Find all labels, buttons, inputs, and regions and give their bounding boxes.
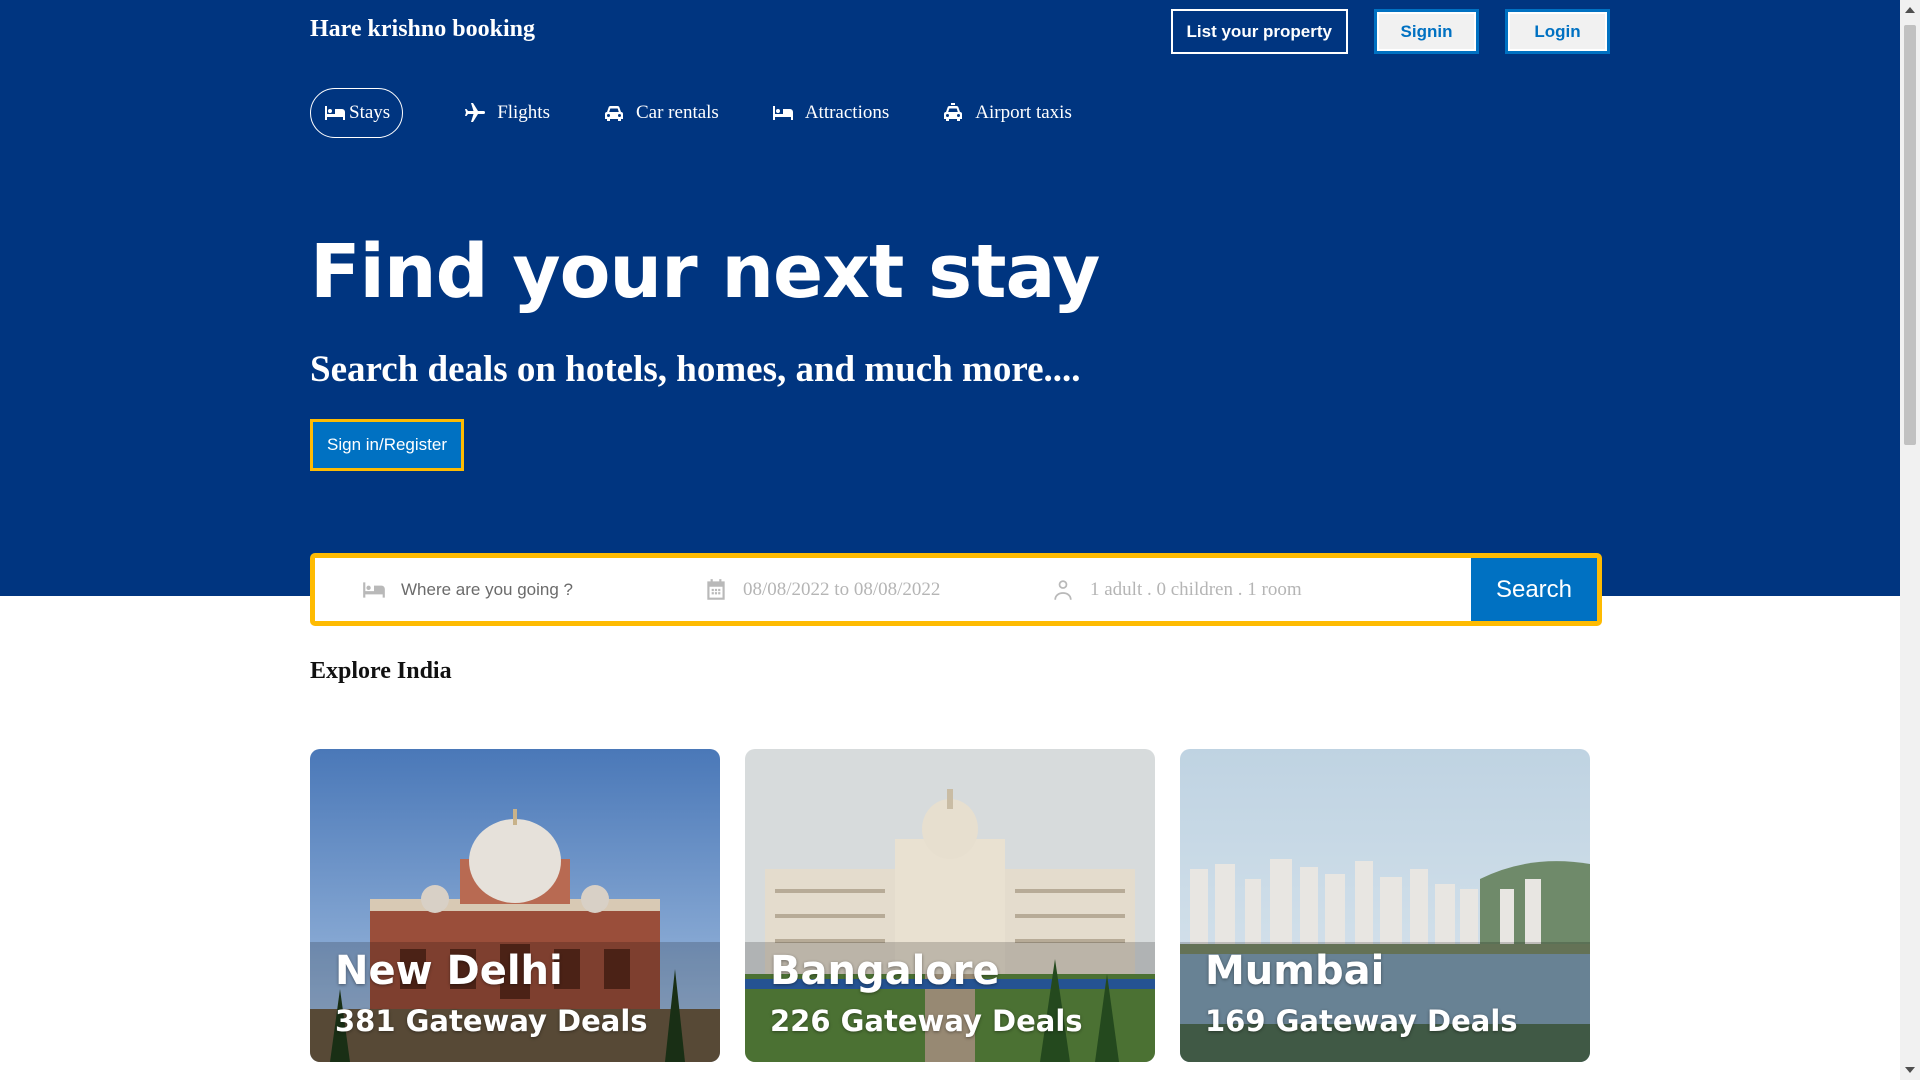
city-name: Mumbai: [1205, 948, 1385, 994]
deal-count: 169 Gateway Deals: [1205, 1004, 1518, 1038]
login-button[interactable]: Login: [1505, 9, 1610, 54]
header-actions: List your property Signin Login: [1170, 9, 1610, 54]
city-cards: New Delhi 381 Gateway Deals Bangalore 22…: [310, 749, 1590, 1062]
deal-count: 381 Gateway Deals: [335, 1004, 648, 1038]
guests-field[interactable]: 1 adult . 0 children . 1 room: [1004, 558, 1471, 621]
hero-title: Find your next stay: [310, 229, 1100, 315]
city-name: New Delhi: [335, 948, 563, 994]
guests-value[interactable]: 1 adult . 0 children . 1 room: [1090, 579, 1302, 601]
car-icon: [605, 106, 623, 121]
signin-button[interactable]: Signin: [1374, 9, 1479, 54]
nav-item-attractions[interactable]: Attractions: [771, 88, 889, 138]
nav-item-airport-taxis[interactable]: Airport taxis: [941, 88, 1072, 138]
taxi-icon: [944, 103, 963, 121]
page-scrollbar[interactable]: [1900, 0, 1920, 1080]
person-icon: [1054, 579, 1072, 600]
nav-item-car-rentals[interactable]: Car rentals: [602, 88, 719, 138]
city-card-bangalore[interactable]: Bangalore 226 Gateway Deals: [745, 749, 1155, 1062]
date-range-value[interactable]: 08/08/2022 to 08/08/2022: [743, 579, 940, 601]
scroll-down-icon[interactable]: [1905, 1067, 1915, 1073]
search-bar: 08/08/2022 to 08/08/2022 1 adult . 0 chi…: [310, 553, 1602, 626]
deal-count: 226 Gateway Deals: [770, 1004, 1083, 1038]
nav-label-attractions: Attractions: [804, 102, 890, 123]
plane-icon: [465, 103, 486, 122]
main-nav: Stays Flights Car rentals Attractions Ai…: [310, 88, 1124, 138]
bed-icon: [325, 106, 345, 120]
scroll-thumb[interactable]: [1904, 25, 1916, 445]
nav-label-flights: Flights: [497, 102, 550, 123]
city-name: Bangalore: [770, 948, 1000, 994]
list-property-button[interactable]: List your property: [1170, 9, 1348, 54]
nav-label-car-rentals: Car rentals: [636, 102, 719, 123]
calendar-icon: [707, 578, 725, 600]
scroll-up-icon[interactable]: [1905, 7, 1915, 13]
city-card-mumbai[interactable]: Mumbai 169 Gateway Deals: [1180, 749, 1590, 1062]
search-button[interactable]: Search: [1471, 558, 1597, 621]
nav-item-stays[interactable]: Stays: [310, 88, 404, 138]
date-field[interactable]: 08/08/2022 to 08/08/2022: [657, 558, 1004, 621]
explore-title: Explore India: [310, 658, 452, 684]
hero-subtitle: Search deals on hotels, homes, and much …: [310, 349, 1081, 390]
bed-icon: [363, 581, 385, 598]
destination-field[interactable]: [315, 558, 657, 621]
bed-icon: [772, 106, 793, 120]
nav-label-airport-taxis: Airport taxis: [975, 102, 1072, 123]
destination-input[interactable]: [401, 579, 631, 600]
city-card-new-delhi[interactable]: New Delhi 381 Gateway Deals: [310, 749, 720, 1062]
nav-label-stays: Stays: [349, 102, 391, 123]
nav-item-flights[interactable]: Flights: [463, 88, 550, 138]
brand-logo[interactable]: Hare krishno booking: [310, 16, 535, 43]
sign-in-register-button[interactable]: Sign in/Register: [310, 419, 465, 471]
